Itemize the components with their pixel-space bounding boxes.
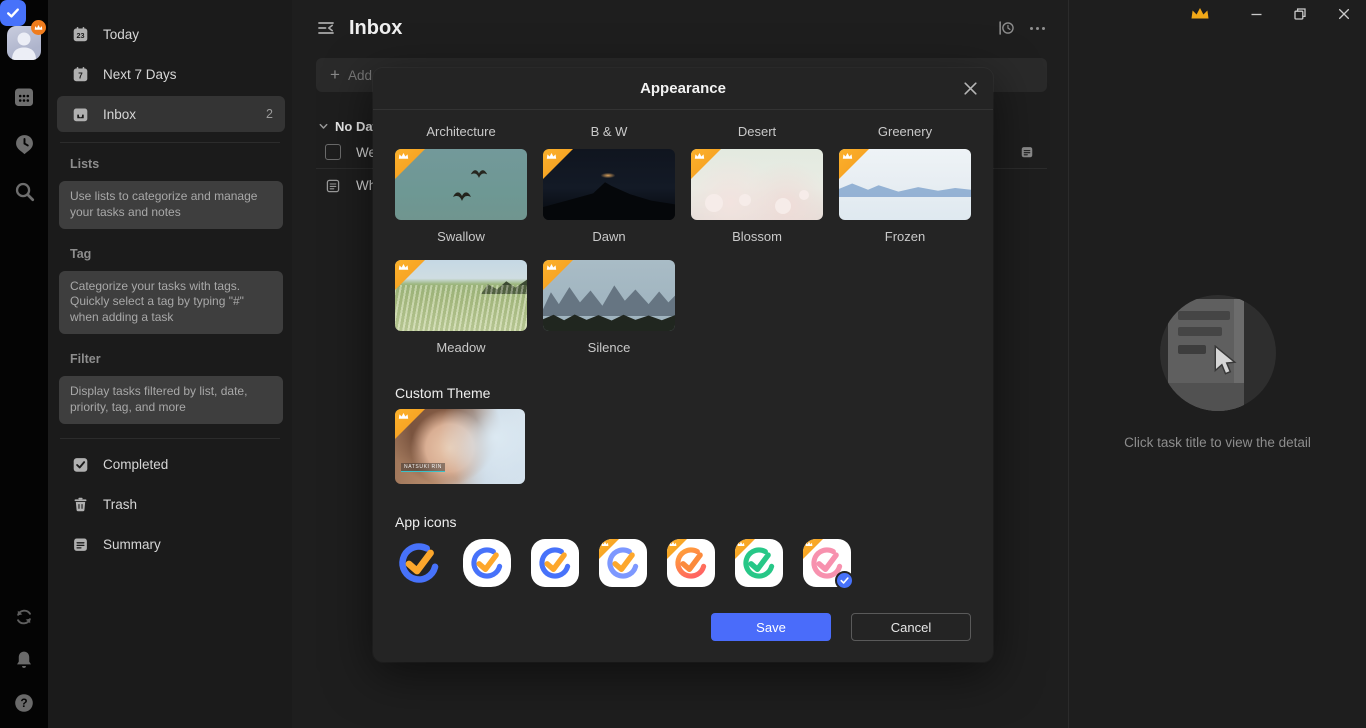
custom-theme-thumbnail: NATSUKI RIN: [395, 409, 525, 484]
pro-crown-badge-icon: [395, 409, 425, 439]
pro-crown-badge-icon: [395, 149, 425, 179]
app-icon-option-sunset-pro[interactable]: [667, 539, 715, 587]
close-icon[interactable]: [1322, 0, 1366, 28]
search-icon[interactable]: [11, 178, 37, 204]
app-icon-option-pink-pro-selected[interactable]: [803, 539, 851, 587]
app-icon-option-classic[interactable]: [395, 539, 443, 587]
inbox-count-badge: 2: [266, 107, 273, 121]
pro-crown-badge-icon: [543, 260, 573, 290]
hide-completed-clock-icon[interactable]: [997, 19, 1015, 37]
note-icon: [325, 178, 341, 194]
custom-theme-option[interactable]: NATSUKI RIN: [395, 409, 525, 484]
calendar-week-icon: 7: [72, 66, 89, 83]
dialog-close-icon[interactable]: [962, 80, 979, 97]
sidebar: 23 Today 7 Next 7 Days Inbox 2 Lists Use…: [48, 0, 292, 728]
sidebar-item-label: Trash: [103, 497, 137, 512]
sidebar-item-trash[interactable]: Trash: [57, 487, 285, 523]
focus-clock-icon[interactable]: [11, 131, 37, 157]
empty-state-illustration: [1160, 295, 1276, 411]
theme-thumbnail: [543, 260, 675, 331]
sidebar-item-label: Inbox: [103, 107, 136, 122]
sidebar-divider: [60, 438, 280, 439]
dialog-title: Appearance: [640, 80, 726, 97]
selected-check-badge-icon: [835, 571, 854, 590]
app-icon-option-periwinkle-pro[interactable]: [599, 539, 647, 587]
lists-hint-box: Use lists to categorize and manage your …: [59, 181, 283, 229]
theme-name-desert: Desert: [691, 124, 823, 139]
calendar-icon[interactable]: [11, 84, 37, 110]
more-options-icon[interactable]: [1028, 23, 1047, 34]
tag-hint-box: Categorize your tasks with tags. Quickly…: [59, 271, 283, 334]
sidebar-section-filter[interactable]: Filter: [70, 352, 284, 366]
user-avatar[interactable]: [7, 26, 41, 60]
theme-thumbnail: [395, 149, 527, 220]
note-indicator-icon: [1020, 145, 1034, 159]
theme-option-meadow[interactable]: Meadow: [395, 260, 527, 355]
trash-icon: [72, 496, 89, 513]
sidebar-item-today[interactable]: 23 Today: [57, 16, 285, 52]
theme-option-silence[interactable]: Silence: [543, 260, 675, 355]
theme-thumbnail: [395, 260, 527, 331]
empty-state-text: Click task title to view the detail: [1069, 435, 1366, 450]
sidebar-section-lists[interactable]: Lists: [70, 157, 284, 171]
pro-crown-badge-icon: [543, 149, 573, 179]
sidebar-item-label: Completed: [103, 457, 168, 472]
pro-crown-badge-icon: [839, 149, 869, 179]
calendar-today-icon: 23: [72, 26, 89, 43]
restore-icon[interactable]: [1278, 0, 1322, 28]
theme-thumbnail: [691, 149, 823, 220]
theme-thumbnail: [543, 149, 675, 220]
inbox-icon: [72, 106, 89, 123]
theme-option-frozen[interactable]: Frozen: [839, 149, 971, 244]
theme-thumbnail: [839, 149, 971, 220]
theme-name-b-and-w: B & W: [543, 124, 675, 139]
task-detail-panel: Click task title to view the detail: [1068, 0, 1366, 728]
app-rail: [0, 0, 48, 728]
minimize-icon[interactable]: [1234, 0, 1278, 28]
theme-option-swallow[interactable]: Swallow: [395, 149, 527, 244]
save-button[interactable]: Save: [711, 613, 831, 641]
app-icon-option-white-tile[interactable]: [531, 539, 579, 587]
premium-crown-icon[interactable]: [1190, 6, 1210, 22]
sidebar-item-inbox[interactable]: Inbox 2: [57, 96, 285, 132]
custom-theme-caption: NATSUKI RIN: [401, 463, 445, 472]
sidebar-item-label: Next 7 Days: [103, 67, 177, 82]
filter-hint-box: Display tasks filtered by list, date, pr…: [59, 376, 283, 424]
sidebar-item-label: Summary: [103, 537, 161, 552]
app-icon-option-green-pro[interactable]: [735, 539, 783, 587]
sidebar-section-tag[interactable]: Tag: [70, 247, 284, 261]
sidebar-item-completed[interactable]: Completed: [57, 447, 285, 483]
plus-icon: +: [330, 65, 340, 85]
collapse-sidebar-icon[interactable]: [316, 18, 336, 38]
theme-name-architecture: Architecture: [395, 124, 527, 139]
cancel-button[interactable]: Cancel: [851, 613, 971, 641]
svg-text:23: 23: [76, 31, 84, 40]
completed-icon: [72, 456, 89, 473]
task-checkbox[interactable]: [325, 144, 341, 160]
sidebar-divider: [60, 142, 280, 143]
sidebar-item-label: Today: [103, 27, 139, 42]
app-icons-heading: App icons: [395, 514, 971, 530]
pro-crown-badge-icon: [691, 149, 721, 179]
cursor-arrow-icon: [1210, 345, 1240, 379]
page-title: Inbox: [349, 17, 402, 40]
custom-theme-heading: Custom Theme: [395, 385, 971, 401]
notifications-bell-icon[interactable]: [11, 647, 37, 673]
premium-crown-badge-icon: [31, 20, 46, 35]
svg-text:7: 7: [78, 71, 83, 80]
titlebar-controls: [1190, 0, 1366, 28]
sync-icon[interactable]: [11, 604, 37, 630]
tasks-check-icon[interactable]: [0, 0, 26, 26]
sidebar-item-summary[interactable]: Summary: [57, 527, 285, 563]
summary-icon: [72, 536, 89, 553]
sidebar-item-next-7-days[interactable]: 7 Next 7 Days: [57, 56, 285, 92]
theme-option-blossom[interactable]: Blossom: [691, 149, 823, 244]
app-window: 23 Today 7 Next 7 Days Inbox 2 Lists Use…: [0, 0, 1366, 728]
appearance-dialog: Appearance Architecture B & W Desert Gre…: [373, 68, 993, 662]
app-icon-option-white-circle[interactable]: [463, 539, 511, 587]
theme-option-dawn[interactable]: Dawn: [543, 149, 675, 244]
theme-name-greenery: Greenery: [839, 124, 971, 139]
chevron-down-icon: [318, 121, 329, 132]
help-icon[interactable]: [11, 690, 37, 716]
